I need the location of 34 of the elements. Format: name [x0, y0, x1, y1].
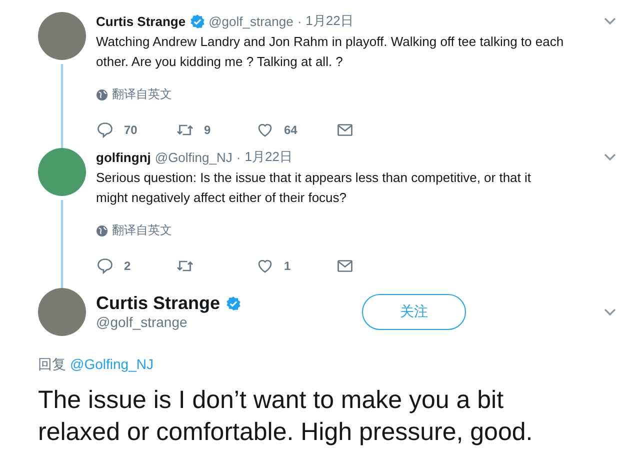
author-name[interactable]: golfingnj [96, 150, 151, 164]
envelope-icon[interactable] [336, 257, 354, 275]
retweet-count: 9 [204, 123, 211, 137]
heart-icon[interactable] [256, 121, 274, 139]
author-handle[interactable]: @golf_strange [96, 314, 188, 330]
reply-label: 回复 [38, 356, 66, 374]
reply-count: 70 [124, 123, 138, 137]
reply-icon[interactable] [96, 121, 114, 139]
author-name[interactable]: Curtis Strange [96, 292, 220, 314]
envelope-icon[interactable] [336, 121, 354, 139]
reply-count: 2 [124, 259, 131, 273]
globe-icon [96, 88, 108, 100]
author-handle[interactable]: @Golfing_NJ [154, 150, 232, 164]
tweet-text: Serious question: Is the issue that it appears less than competitive, or that it might negatively affect either of their focus? [96, 169, 532, 207]
tweet-date[interactable]: 1月22日 [306, 12, 354, 30]
like-count: 1 [284, 259, 291, 273]
avatar-placeholder[interactable] [38, 148, 86, 196]
translate-link[interactable]: 翻译自英文 [112, 86, 172, 103]
globe-icon [96, 224, 108, 236]
like-count: 64 [284, 123, 298, 137]
tweet-text: Watching Andrew Landry and Jon Rahm in playoff. Walking off tee talking to each other. Are you kidding me ? Talking at all. ? [96, 33, 565, 71]
separator-dot: · [297, 14, 302, 28]
translate-link[interactable]: 翻译自英文 [112, 222, 172, 239]
reply-icon[interactable] [96, 257, 114, 275]
tweet-date[interactable]: 1月22日 [244, 148, 292, 166]
author-handle[interactable]: @golf_strange [208, 14, 294, 28]
avatar-placeholder[interactable] [38, 12, 86, 60]
heart-icon[interactable] [256, 257, 274, 275]
avatar-placeholder[interactable] [38, 288, 86, 336]
follow-button[interactable]: 关注 [362, 294, 466, 330]
author-name[interactable]: Curtis Strange [96, 14, 186, 28]
tweet-text: The issue is I don’t want to make you a bit relaxed or comfortable. High pressure, good. [38, 385, 534, 448]
separator-dot: · [236, 150, 241, 164]
mention-link[interactable]: @Golfing_NJ [70, 356, 154, 374]
